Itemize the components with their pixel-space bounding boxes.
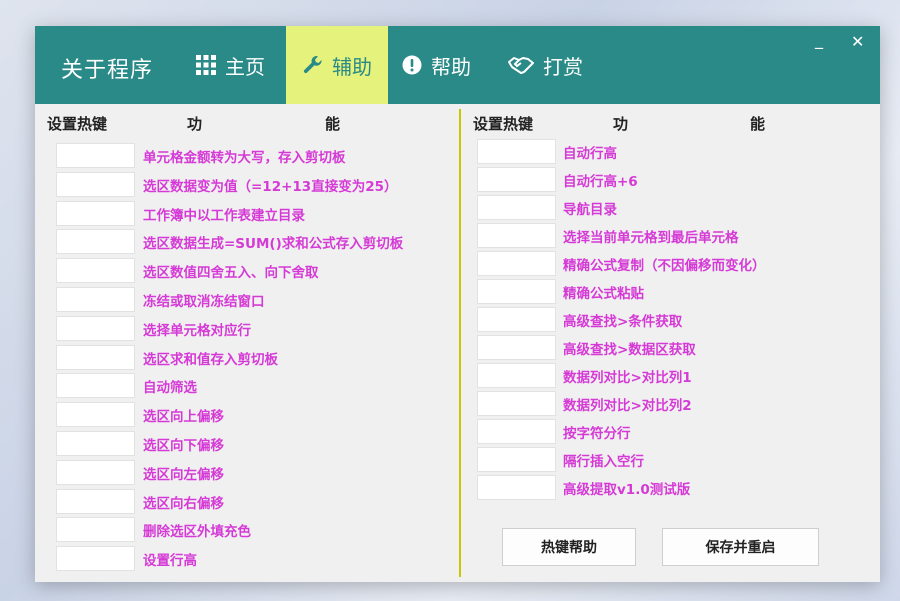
hotkey-input[interactable] (477, 419, 556, 444)
function-label: 自动行高+6 (563, 174, 638, 190)
hotkey-input[interactable] (56, 171, 135, 197)
hotkey-input[interactable] (56, 344, 135, 370)
hotkey-header: 设置热键 (47, 115, 108, 133)
function-label: 选区向上偏移 (143, 409, 224, 426)
function-label: 选择单元格对应行 (143, 322, 251, 339)
hotkey-input[interactable] (477, 223, 556, 248)
function-label: 选区求和值存入剪切板 (143, 351, 278, 368)
function-label: 工作簿中以工作表建立目录 (143, 207, 305, 224)
hotkey-input[interactable] (477, 195, 556, 220)
hotkey-input[interactable] (56, 143, 135, 168)
tab-tools-label: 辅助 (332, 54, 372, 79)
function-label: 自动行高 (563, 146, 617, 162)
hotkey-input[interactable] (56, 459, 135, 485)
function-label: 选区向下偏移 (143, 438, 224, 454)
function-label: 按字符分行 (563, 426, 631, 442)
hotkey-input[interactable] (56, 546, 135, 572)
hotkey-input[interactable] (477, 335, 556, 360)
hotkey-input[interactable] (56, 315, 135, 341)
function-header-right-part2: 能 (750, 115, 766, 133)
function-label: 冻结或取消冻结窗口 (143, 294, 265, 310)
hotkey-input[interactable] (477, 475, 556, 500)
hotkey-input[interactable] (477, 139, 556, 164)
hotkey-input[interactable] (477, 307, 556, 332)
grid-icon (195, 54, 217, 76)
hotkey-input[interactable] (477, 251, 556, 276)
hotkey-input[interactable] (56, 488, 135, 514)
left-panel: 设置热键 功 能 单元格金额转为大写，存入剪切板选区数据变为值（=12+13直接… (35, 104, 459, 582)
right-panel: 设置热键 功 能 自动行高 自动行高+6 导航目录 选择当前单元格到最后单元格 精确公式… (461, 104, 880, 582)
hotkey-header-right: 设置热键 (473, 115, 534, 133)
handshake-icon (507, 54, 535, 76)
function-label: 导航目录 (563, 202, 617, 218)
hotkey-help-button[interactable]: 热键帮助 (502, 528, 636, 566)
hotkey-input[interactable] (56, 200, 135, 226)
hotkey-input[interactable] (56, 517, 135, 543)
hotkey-input[interactable] (56, 287, 135, 312)
function-label: 高级查找>条件获取 (563, 314, 683, 330)
app-window: 关于程序 主页 辅助 帮助 打赏 _ ✕ 设置热键 功 能 单元格金额转为大写，… (35, 26, 880, 582)
function-header-part1: 功 (187, 115, 203, 133)
function-label: 自动筛选 (143, 380, 197, 397)
function-label: 高级提取v1.0测试版 (563, 482, 691, 498)
hotkey-input[interactable] (56, 373, 135, 399)
about-program-link[interactable]: 关于程序 (61, 52, 153, 84)
function-label: 隔行插入空行 (563, 454, 644, 470)
hotkey-input[interactable] (56, 258, 135, 284)
save-restart-button[interactable]: 保存并重启 (662, 528, 819, 566)
hotkey-input[interactable] (477, 279, 556, 304)
tab-donate[interactable]: 打赏 (497, 26, 593, 104)
minimize-button[interactable]: _ (815, 30, 823, 49)
hotkey-input[interactable] (477, 447, 556, 472)
function-label: 高级查找>数据区获取 (563, 342, 696, 358)
function-label: 单元格金额转为大写，存入剪切板 (143, 150, 346, 166)
hotkey-input[interactable] (56, 431, 135, 456)
exclamation-circle-icon (401, 54, 423, 76)
function-label: 精确公式复制（不因偏移而变化） (563, 258, 766, 274)
hotkey-input[interactable] (56, 402, 135, 428)
tab-home[interactable]: 主页 (185, 26, 275, 104)
function-label: 选区数值四舍五入、向下舍取 (143, 265, 319, 282)
hotkey-input[interactable] (56, 229, 135, 255)
hotkey-input[interactable] (477, 391, 556, 416)
function-label: 删除选区外填充色 (143, 524, 251, 541)
hotkey-input[interactable] (477, 363, 556, 388)
title-bar: 关于程序 主页 辅助 帮助 打赏 _ ✕ (35, 26, 880, 104)
function-label: 选区向左偏移 (143, 466, 224, 483)
function-label: 精确公式粘贴 (563, 286, 644, 302)
close-button[interactable]: ✕ (851, 32, 864, 51)
function-label: 设置行高 (143, 553, 197, 570)
function-label: 选择当前单元格到最后单元格 (563, 230, 739, 246)
wrench-icon (302, 54, 324, 76)
function-header-right-part1: 功 (613, 115, 629, 133)
function-header-part2: 能 (325, 115, 341, 133)
function-label: 选区数据变为值（=12+13直接变为25） (143, 178, 398, 195)
function-label: 数据列对比>对比列1 (563, 370, 692, 386)
tab-help[interactable]: 帮助 (393, 26, 479, 104)
function-label: 选区数据生成=SUM()求和公式存入剪切板 (143, 236, 404, 253)
function-label: 数据列对比>对比列2 (563, 398, 692, 414)
tab-home-label: 主页 (225, 54, 265, 79)
tab-tools[interactable]: 辅助 (286, 26, 388, 104)
tab-help-label: 帮助 (431, 54, 471, 79)
hotkey-input[interactable] (477, 167, 556, 192)
tab-donate-label: 打赏 (543, 54, 583, 79)
function-label: 选区向右偏移 (143, 495, 224, 512)
